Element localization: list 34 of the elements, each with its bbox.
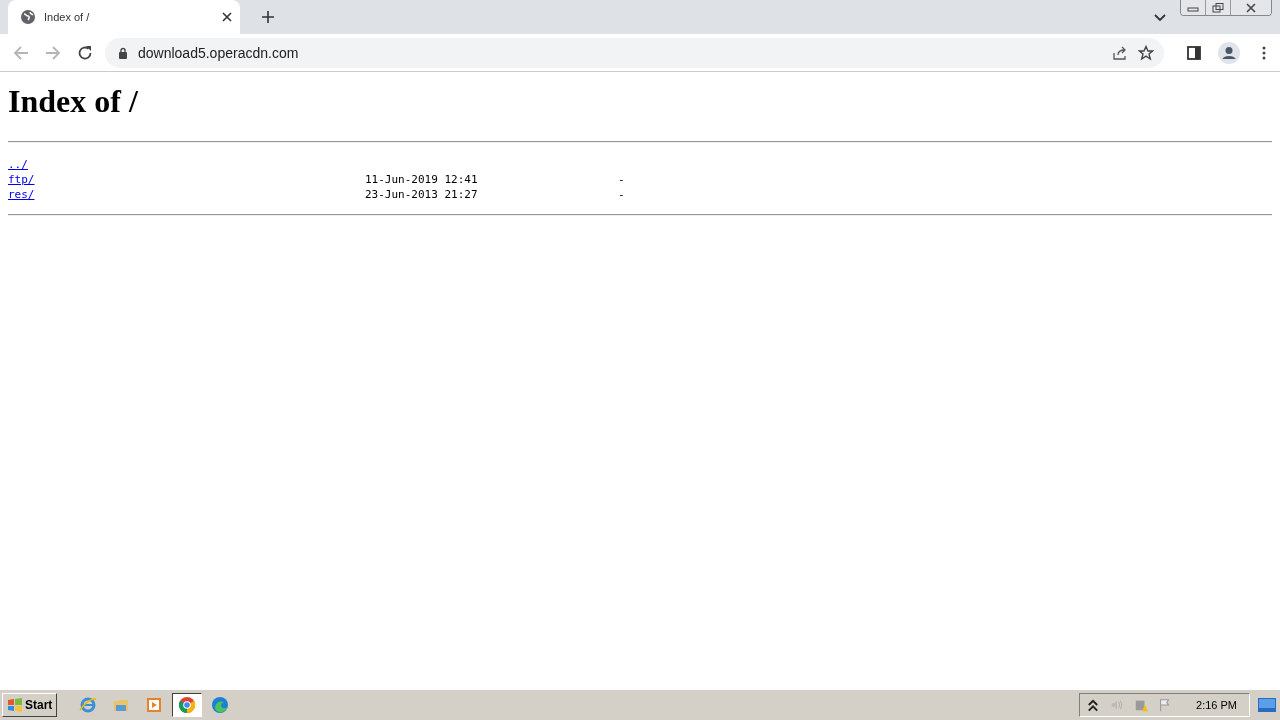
media-player-icon (145, 696, 164, 714)
restore-icon (1212, 2, 1224, 13)
chevron-down-icon[interactable] (1154, 14, 1166, 22)
share-icon[interactable] (1112, 44, 1128, 61)
modified-date: 23-Jun-2013 21:27 (365, 187, 479, 202)
directory-link[interactable]: ftp/ (8, 173, 35, 186)
directory-link[interactable]: ../ (8, 158, 28, 171)
profile-icon[interactable] (1218, 41, 1240, 64)
start-button[interactable]: Start (2, 693, 58, 717)
clock[interactable]: 2:16 PM (1196, 699, 1237, 711)
chevron-up-icon[interactable] (1086, 698, 1101, 712)
new-tab-icon[interactable] (262, 11, 274, 23)
star-icon[interactable] (1138, 44, 1154, 61)
restore-button[interactable] (1206, 0, 1231, 15)
lock-icon (118, 46, 128, 59)
close-icon (1245, 2, 1257, 13)
taskbar-button[interactable] (172, 693, 203, 717)
globe-icon (20, 9, 36, 25)
reload-icon[interactable] (77, 44, 93, 61)
side-panel-icon[interactable] (1186, 44, 1202, 61)
chrome-icon (178, 696, 197, 714)
page-heading: Index of / (8, 83, 139, 120)
file-size: - (618, 172, 625, 187)
address-bar[interactable]: download5.operacdn.com (105, 37, 1164, 68)
close-button[interactable] (1231, 0, 1271, 15)
file-size: - (618, 187, 625, 202)
modified-date: 11-Jun-2019 12:41 (365, 172, 479, 187)
browser-tab[interactable]: Index of / (8, 0, 240, 34)
url-text: download5.operacdn.com (138, 44, 299, 61)
windows-logo-icon (7, 698, 23, 712)
ie-icon (79, 696, 98, 714)
edge-icon (211, 696, 230, 714)
close-icon[interactable] (222, 12, 232, 22)
directory-link[interactable]: res/ (8, 188, 35, 201)
